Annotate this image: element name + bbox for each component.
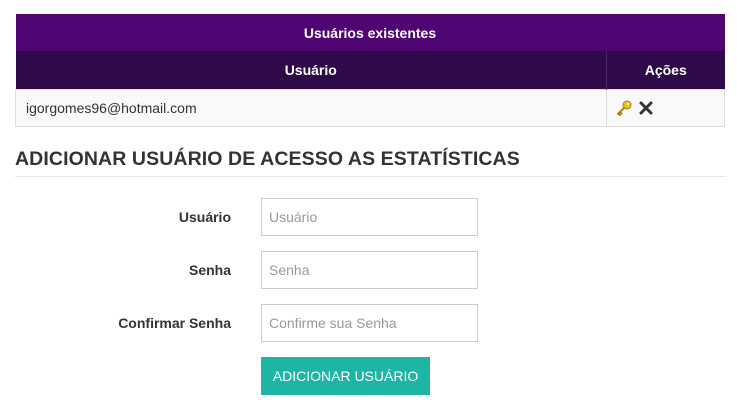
form-row-user: Usuário — [0, 198, 737, 236]
key-icon[interactable] — [615, 99, 633, 117]
table-caption: Usuários existentes — [15, 14, 725, 51]
add-user-button[interactable]: ADICIONAR USUÁRIO — [261, 357, 430, 395]
user-field-label: Usuário — [178, 209, 231, 225]
table-header-row: Usuário Ações — [15, 51, 725, 89]
actions-cell — [606, 88, 725, 127]
user-input[interactable] — [261, 198, 478, 236]
table-row: igorgomes96@hotmail.com — [15, 88, 725, 127]
form-row-password: Senha — [0, 251, 737, 289]
close-icon[interactable] — [637, 99, 655, 117]
table-caption-row: Usuários existentes — [15, 14, 725, 51]
form-row-confirm-password: Confirmar Senha — [0, 304, 737, 342]
confirm-password-input[interactable] — [261, 304, 478, 342]
column-header-actions: Ações — [606, 51, 725, 89]
section-title: ADICIONAR USUÁRIO DE ACESSO AS ESTATÍSTI… — [15, 148, 725, 177]
password-input[interactable] — [261, 251, 478, 289]
confirm-password-field-label: Confirmar Senha — [118, 315, 231, 331]
user-email-cell: igorgomes96@hotmail.com — [15, 88, 607, 127]
users-table: Usuários existentes Usuário Ações igorgo… — [15, 14, 725, 127]
column-header-user: Usuário — [15, 51, 607, 89]
password-field-label: Senha — [188, 262, 231, 278]
